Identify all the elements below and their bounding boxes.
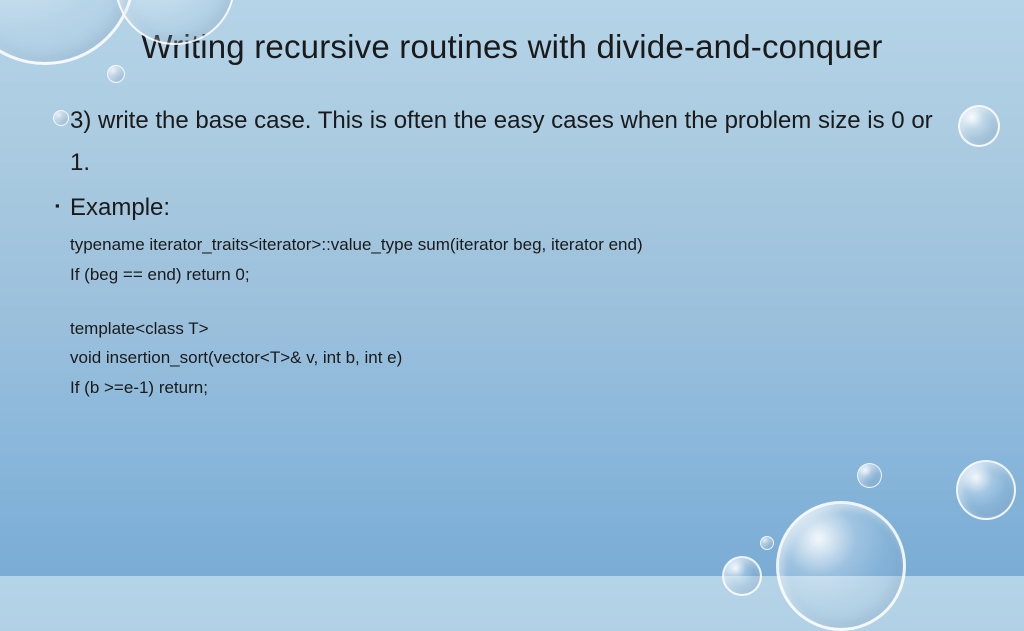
bubble-decoration — [760, 536, 774, 550]
code-snippet-1: typename iterator_traits<iterator>::valu… — [70, 230, 954, 403]
step-instruction: 3) write the base case. This is often th… — [70, 100, 954, 184]
bubble-decoration — [857, 463, 882, 488]
bubble-decoration — [107, 65, 125, 83]
bubble-decoration — [53, 110, 69, 126]
bubble-decoration — [956, 460, 1016, 520]
code-line: If (b >=e-1) return; — [70, 373, 954, 403]
slide-container: Writing recursive routines with divide-a… — [0, 0, 1024, 576]
code-line: If (beg == end) return 0; — [70, 260, 954, 290]
code-line: void insertion_sort(vector<T>& v, int b,… — [70, 343, 954, 373]
bubble-decoration — [722, 556, 762, 596]
code-line: typename iterator_traits<iterator>::valu… — [70, 230, 954, 260]
example-heading: Example: — [70, 194, 954, 222]
code-line: template<class T> — [70, 314, 954, 344]
bubble-decoration — [958, 105, 1000, 147]
bubble-decoration — [776, 501, 906, 631]
